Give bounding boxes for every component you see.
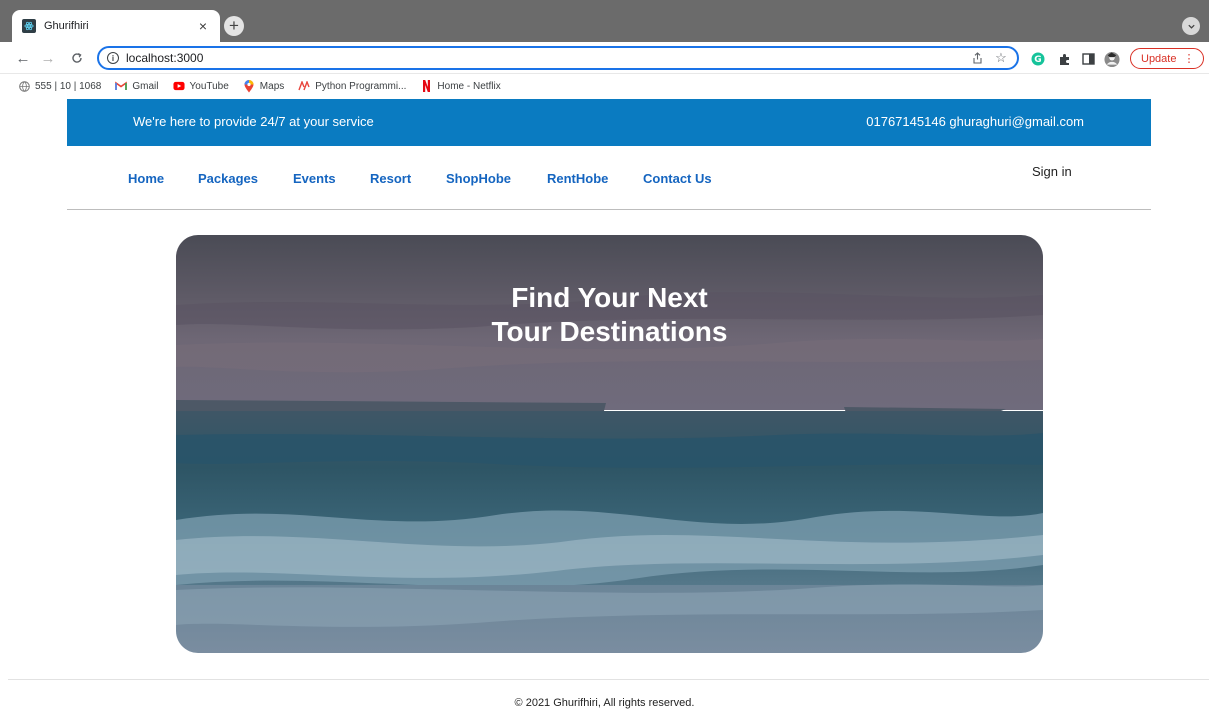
hero-title-line1: Find Your Next [511,282,708,313]
browser-toolbar: ← → i localhost:3000 ☆ G Update ⋮ [0,42,1209,74]
bookmarks-bar: 555 | 10 | 1068 Gmail YouTube Maps Pytho… [0,74,1209,98]
extensions-puzzle-icon[interactable] [1056,51,1072,67]
nav-link-resort[interactable]: Resort [370,171,411,186]
bookmark-item[interactable]: Gmail [115,80,159,92]
hero-banner: Find Your Next Tour Destinations [176,235,1043,653]
nav-link-packages[interactable]: Packages [198,171,258,186]
menu-dots-icon: ⋮ [1183,53,1194,65]
new-tab-button[interactable]: + [224,16,244,36]
reload-icon[interactable] [68,49,86,67]
bookmark-label: 555 | 10 | 1068 [35,80,102,92]
bookmark-item[interactable]: YouTube [172,80,229,92]
gmail-icon [115,80,128,92]
maps-icon [243,79,255,92]
grammarly-icon[interactable]: G [1030,51,1046,67]
forward-arrow-icon[interactable]: → [39,49,57,67]
footer-copyright: © 2021 Ghurifhiri, All rights reserved. [514,697,695,709]
side-panel-icon[interactable] [1080,51,1096,67]
browser-tabstrip: Ghurifhiri × + [0,0,1209,42]
nav-link-events[interactable]: Events [293,171,336,186]
nav-link-shophobe[interactable]: ShopHobe [446,171,511,186]
bookmark-label: Python Programmi... [315,80,407,92]
globe-icon [18,80,30,92]
react-favicon-icon [22,19,36,33]
bookmark-item[interactable]: Home - Netflix [420,80,501,92]
address-bar[interactable]: i localhost:3000 ☆ [97,46,1019,70]
tab-search-chevron-icon[interactable] [1182,17,1200,35]
nav-link-renthobe[interactable]: RentHobe [547,171,608,186]
url-text: localhost:3000 [126,51,204,65]
bookmark-item[interactable]: Python Programmi... [298,80,406,92]
share-icon[interactable] [969,50,985,66]
svg-text:G: G [1034,55,1041,65]
nav-link-home[interactable]: Home [128,171,164,186]
youtube-icon [172,80,185,92]
netflix-icon [420,80,432,92]
contact-topbar: We're here to provide 24/7 at your servi… [67,99,1151,146]
bookmark-item[interactable]: Maps [243,79,285,92]
tab-close-icon[interactable]: × [196,19,210,33]
contact-info: 01767145146 ghuraghuri@gmail.com [866,114,1084,129]
hero-title-line2: Tour Destinations [491,316,728,347]
footer-divider [8,679,1209,680]
hero-title: Find Your Next Tour Destinations [176,281,1043,349]
bookmark-label: Maps [259,80,285,92]
tab-title: Ghurifhiri [44,20,89,32]
python-icon [298,80,310,92]
back-arrow-icon[interactable]: ← [14,49,32,67]
bookmark-label: Gmail [132,80,159,92]
service-tagline: We're here to provide 24/7 at your servi… [133,114,374,129]
bookmark-label: Home - Netflix [437,80,501,92]
sign-in-link[interactable]: Sign in [1032,164,1072,179]
update-button[interactable]: Update ⋮ [1130,48,1204,69]
bookmark-star-icon[interactable]: ☆ [993,50,1009,66]
profile-avatar[interactable] [1104,51,1120,67]
browser-tab[interactable]: Ghurifhiri × [12,10,220,42]
main-navigation: Home Packages Events Resort ShopHobe Ren… [67,146,1151,210]
bookmark-label: YouTube [189,80,229,92]
site-info-icon[interactable]: i [107,52,119,64]
bookmark-item[interactable]: 555 | 10 | 1068 [18,80,101,92]
nav-link-contact-us[interactable]: Contact Us [643,171,712,186]
update-label: Update [1141,52,1177,65]
